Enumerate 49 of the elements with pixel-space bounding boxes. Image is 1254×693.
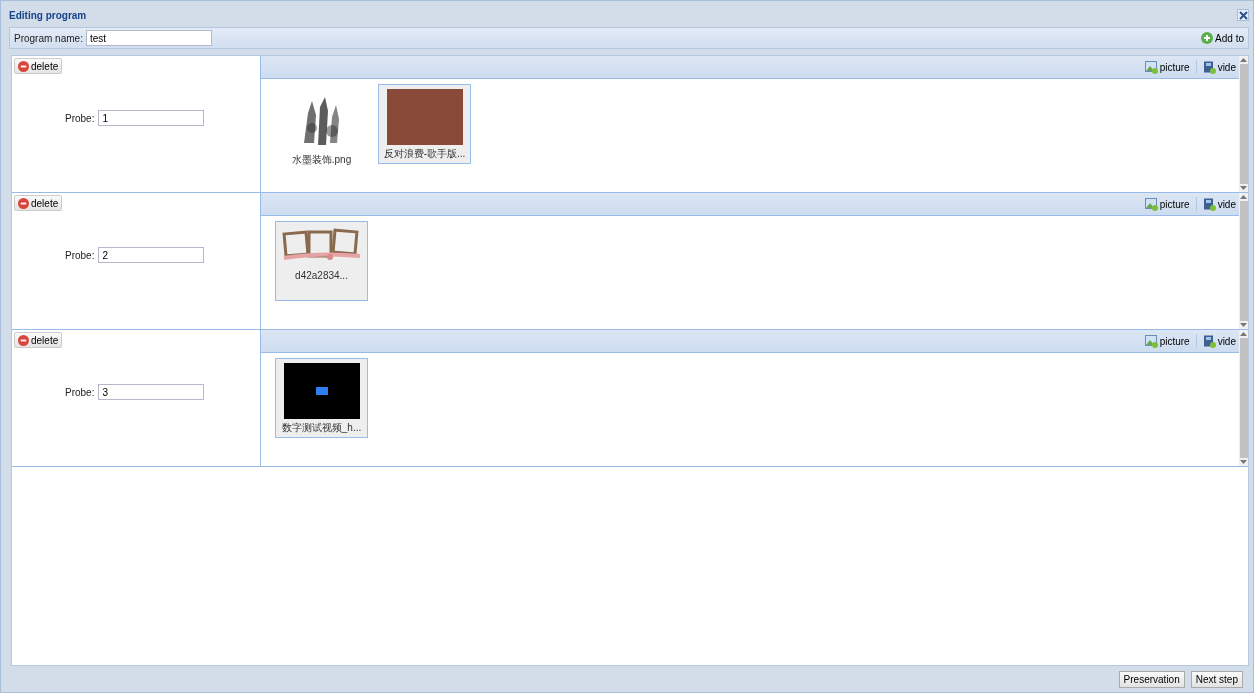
window-title: Editing program — [9, 9, 87, 21]
add-video-button[interactable]: vide — [1202, 334, 1236, 348]
film-icon — [1202, 334, 1216, 348]
add-picture-button[interactable]: picture — [1144, 60, 1190, 74]
probe-label: Probe: — [65, 112, 95, 124]
media-name: 数字测试视频_h... — [281, 421, 362, 435]
footer-button[interactable]: Preservation — [1118, 670, 1185, 688]
add-picture-button[interactable]: picture — [1144, 197, 1190, 211]
probe-field[interactable]: 3 — [98, 384, 205, 400]
scroll-down-icon[interactable] — [1240, 186, 1247, 190]
media-tile[interactable]: 数字测试视频_h... — [275, 358, 368, 438]
probe-field[interactable]: 2 — [98, 247, 205, 263]
film-icon — [1202, 197, 1216, 211]
probe-field[interactable]: 1 — [98, 110, 205, 126]
close-icon — [1238, 10, 1248, 20]
media-name: 反对浪费-歌手版... — [383, 147, 466, 161]
program-name-label: Program name: — [14, 32, 83, 44]
media-tile[interactable]: d42a2834... — [275, 221, 368, 301]
film-icon — [1202, 60, 1216, 74]
scroll-up-icon[interactable] — [1240, 58, 1247, 62]
footer-button[interactable]: Next step — [1190, 670, 1243, 688]
scroll-down-icon[interactable] — [1240, 460, 1247, 464]
add-video-button[interactable]: vide — [1202, 60, 1236, 74]
media-name: d42a2834... — [295, 270, 348, 281]
minus-icon — [18, 334, 29, 346]
picture-icon — [1144, 60, 1158, 74]
add-video-button[interactable]: vide — [1202, 197, 1236, 211]
delete-button[interactable]: delete — [14, 195, 63, 211]
scrollbar[interactable] — [1239, 56, 1248, 192]
scroll-up-icon[interactable] — [1240, 195, 1247, 199]
delete-button[interactable]: delete — [14, 332, 63, 348]
program-name-field[interactable]: test — [85, 30, 212, 46]
minus-icon — [18, 60, 29, 72]
scroll-up-icon[interactable] — [1240, 332, 1247, 336]
minus-icon — [18, 197, 29, 209]
picture-icon — [1144, 334, 1158, 348]
probe-label: Probe: — [65, 386, 95, 398]
add-picture-button[interactable]: picture — [1144, 334, 1190, 348]
scrollbar[interactable] — [1239, 193, 1248, 329]
add-button[interactable]: Add to — [1201, 32, 1244, 44]
picture-icon — [1144, 197, 1158, 211]
probe-label: Probe: — [65, 249, 95, 261]
media-name: 水墨装饰.png — [291, 153, 352, 167]
delete-button[interactable]: delete — [14, 58, 63, 74]
scroll-down-icon[interactable] — [1240, 323, 1247, 327]
close-button[interactable] — [1237, 9, 1249, 21]
scrollbar[interactable] — [1239, 330, 1248, 466]
media-tile[interactable]: 反对浪费-歌手版... — [378, 84, 471, 164]
plus-icon — [1201, 32, 1214, 44]
